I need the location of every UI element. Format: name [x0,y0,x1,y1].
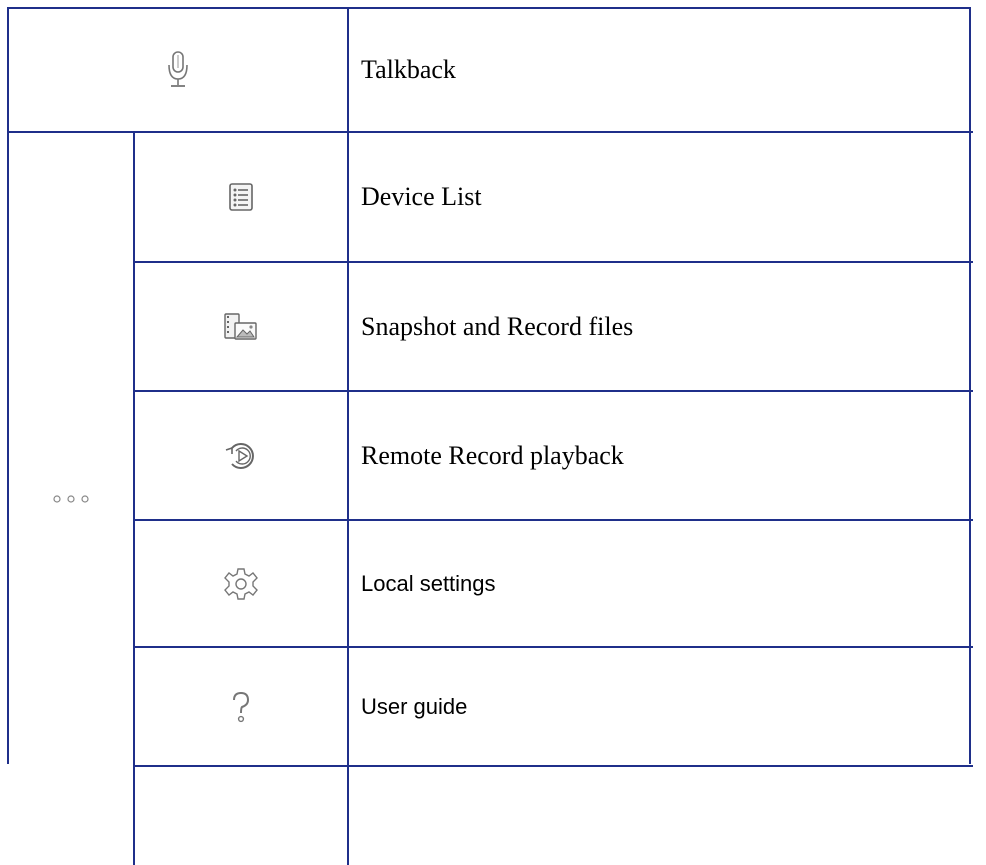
more-dots-icon [52,494,90,504]
question-mark-icon [230,690,252,724]
blank-label-cell [349,767,973,865]
remote-playback-icon [224,440,258,472]
snapshot-record-files-icon [223,312,259,342]
remote-playback-label-cell: Remote Record playback [349,392,973,521]
snapshot-label: Snapshot and Record files [361,311,634,341]
blank-icon-cell [135,767,349,865]
snapshot-icon-cell [135,263,349,392]
device-list-icon-cell [135,133,349,263]
microphone-icon [165,50,191,90]
device-list-label: Device List [361,182,482,211]
talkback-icon-cell [9,9,349,133]
talkback-label: Talkback [361,55,456,84]
local-settings-icon-cell [135,521,349,648]
local-settings-label-cell: Local settings [349,521,973,648]
device-list-icon [228,182,254,212]
gear-icon [224,567,258,601]
remote-playback-label: Remote Record playback [361,440,624,470]
device-list-label-cell: Device List [349,133,973,263]
user-guide-icon-cell [135,648,349,767]
more-group-cell [9,133,135,865]
icon-reference-table: Talkback Device List Snapshot and Record… [7,7,973,865]
snapshot-label-cell: Snapshot and Record files [349,263,973,392]
talkback-label-cell: Talkback [349,9,973,133]
user-guide-label-cell: User guide [349,648,973,767]
local-settings-label: Local settings [361,570,496,596]
remote-playback-icon-cell [135,392,349,521]
user-guide-label: User guide [361,693,468,719]
